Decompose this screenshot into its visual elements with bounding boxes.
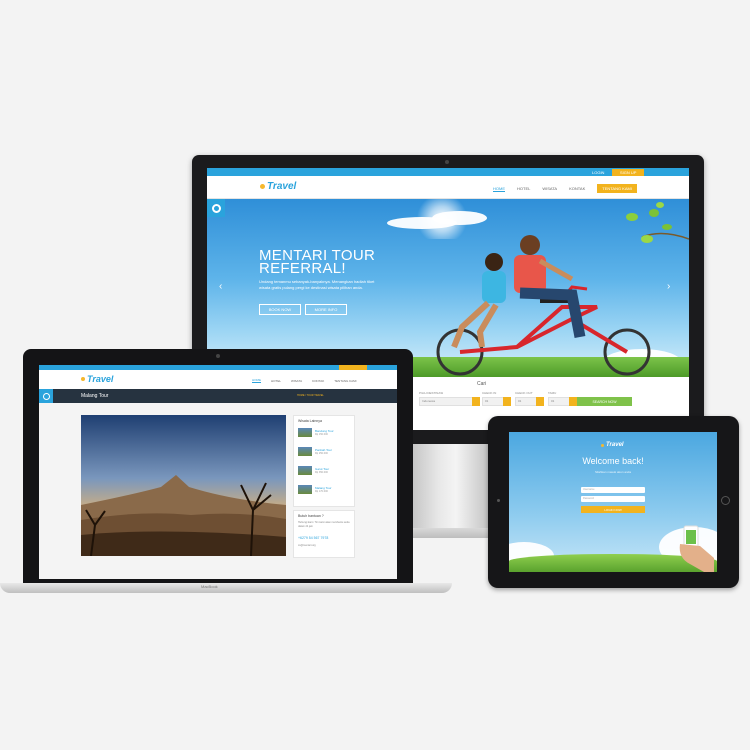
nav-tentang-kami[interactable]: TENTANG KAMI [597, 184, 637, 193]
nav-kontak[interactable]: KONTAK [569, 186, 585, 191]
top-strip: LOGIN SIGN UP [207, 168, 689, 176]
page-header-bar: Malang Tour HOME / TOUR TRAVEL [39, 389, 397, 403]
slider-prev-icon[interactable]: ‹ [219, 281, 222, 292]
nav-wisata[interactable]: WISATA [542, 186, 557, 191]
tour-thumbnail [298, 466, 312, 475]
login-button[interactable]: LOGIN NOW [581, 506, 645, 513]
search-now-button[interactable]: SEARCH NOW [577, 397, 632, 406]
contact-box: Butuh bantuan ? Hubungi kami. Tim kami a… [293, 510, 355, 558]
other-tours-heading: Wisata Lainnya [298, 419, 322, 423]
tour-price: Rp 350.000 [315, 471, 328, 474]
laptop: Travel HOME HOTEL WISATA KONTAK TENTANG … [23, 349, 413, 584]
nav-home[interactable]: HOME [252, 378, 261, 383]
check-out-field[interactable]: 01 [515, 397, 537, 406]
search-heading: Cari [477, 381, 487, 387]
bromo-landscape-image [81, 415, 286, 556]
tablet-site-logo: Travel [601, 442, 624, 448]
check-out-dropdown-button[interactable] [536, 397, 544, 406]
nav-home[interactable]: HOME [493, 186, 505, 192]
check-in-label: CHECK IN [482, 391, 497, 395]
contact-text: Hubungi kami. Tim kami akan membantu and… [298, 521, 350, 528]
book-now-button[interactable]: BOOK NOW [259, 304, 301, 315]
site-logo[interactable]: Travel [260, 181, 296, 192]
nav-menu: HOME HOTEL WISATA KONTAK TENTANG KAMI [487, 184, 643, 193]
nav-wisata[interactable]: WISATA [291, 379, 302, 383]
check-in-dropdown-button[interactable] [503, 397, 511, 406]
laptop-content: Wisata Lainnya Bandung Tour Rp 150.000 P… [39, 403, 397, 579]
guests-dropdown-button[interactable] [569, 397, 577, 406]
slider-next-icon[interactable]: › [667, 281, 670, 292]
tablet-screen: Travel Welcome back! Silahkan masuk akun… [509, 432, 717, 572]
nav-hotel[interactable]: HOTEL [271, 379, 281, 383]
tour-price: Rp 250.000 [315, 452, 328, 455]
sun-icon [260, 184, 265, 189]
contact-heading: Butuh bantuan ? [298, 514, 324, 518]
destination-label: PILIH DESTINASI [419, 391, 444, 395]
tour-thumbnail [298, 485, 312, 494]
tablet: Travel Welcome back! Silahkan masuk akun… [488, 416, 739, 588]
login-link[interactable]: LOGIN [589, 169, 607, 176]
couple-on-bicycle-image [436, 235, 651, 376]
username-field[interactable]: Username [581, 487, 645, 493]
hand-holding-phone-image [679, 525, 714, 572]
page-title: Malang Tour [81, 393, 109, 399]
sun-icon [601, 443, 604, 447]
destination-dropdown-button[interactable] [472, 397, 480, 406]
laptop-site-logo[interactable]: Travel [81, 374, 113, 384]
other-tours-box: Wisata Lainnya Bandung Tour Rp 150.000 P… [293, 415, 355, 507]
tablet-camera [497, 499, 500, 502]
home-button-icon[interactable] [721, 496, 730, 505]
sign-up-button[interactable]: SIGN UP [612, 169, 645, 176]
check-in-field[interactable]: 01 [482, 397, 504, 406]
laptop-brand-label: MacBook [201, 584, 218, 589]
nav-tentang-kami[interactable]: TENTANG KAMI [334, 379, 356, 383]
phone-number[interactable]: +6279 54 567 7978 [298, 536, 328, 540]
circle-icon[interactable] [207, 199, 225, 217]
laptop-navbar: Travel HOME HOTEL WISATA KONTAK TENTANG … [39, 370, 397, 389]
welcome-title: Welcome back! [582, 456, 644, 466]
nav-hotel[interactable]: HOTEL [517, 186, 530, 191]
monitor-camera [445, 160, 449, 164]
laptop-base: MacBook [0, 583, 452, 593]
circle-icon[interactable] [39, 389, 53, 403]
more-info-button[interactable]: MORE INFO [305, 304, 347, 315]
welcome-subtitle: Silahkan masuk akun anda [594, 470, 632, 474]
logo-text: Travel [267, 181, 297, 192]
tour-price: Rp 170.000 [315, 490, 328, 493]
hero-text: Undang temanmu sebanyak-banyaknya. Menan… [259, 279, 375, 290]
breadcrumb: HOME / TOUR TRAVEL [297, 394, 324, 397]
guests-field[interactable]: 01 [548, 397, 570, 406]
laptop-camera [216, 354, 220, 358]
main-navbar: Travel HOME HOTEL WISATA KONTAK TENTANG … [207, 176, 689, 199]
cloud [432, 211, 487, 225]
email-address[interactable]: cs@mentari.org [298, 544, 316, 547]
laptop-screen: Travel HOME HOTEL WISATA KONTAK TENTANG … [39, 365, 397, 579]
logo-text: Travel [87, 374, 114, 384]
tour-thumbnail [298, 428, 312, 437]
guests-label: TAMU [548, 391, 557, 395]
monitor-stand [405, 444, 490, 532]
hero-title: MENTARI TOUR REFERRAL! [259, 247, 376, 277]
password-field[interactable]: Password [581, 496, 645, 502]
nav-kontak[interactable]: KONTAK [312, 379, 324, 383]
tour-thumbnail [298, 447, 312, 456]
check-out-label: CHECK OUT [515, 391, 533, 395]
sun-icon [81, 377, 85, 381]
logo-text: Travel [606, 442, 624, 448]
destination-select[interactable]: Indonesia [419, 397, 473, 406]
laptop-nav-menu: HOME HOTEL WISATA KONTAK TENTANG KAMI [247, 378, 361, 383]
tour-price: Rp 150.000 [315, 433, 328, 436]
